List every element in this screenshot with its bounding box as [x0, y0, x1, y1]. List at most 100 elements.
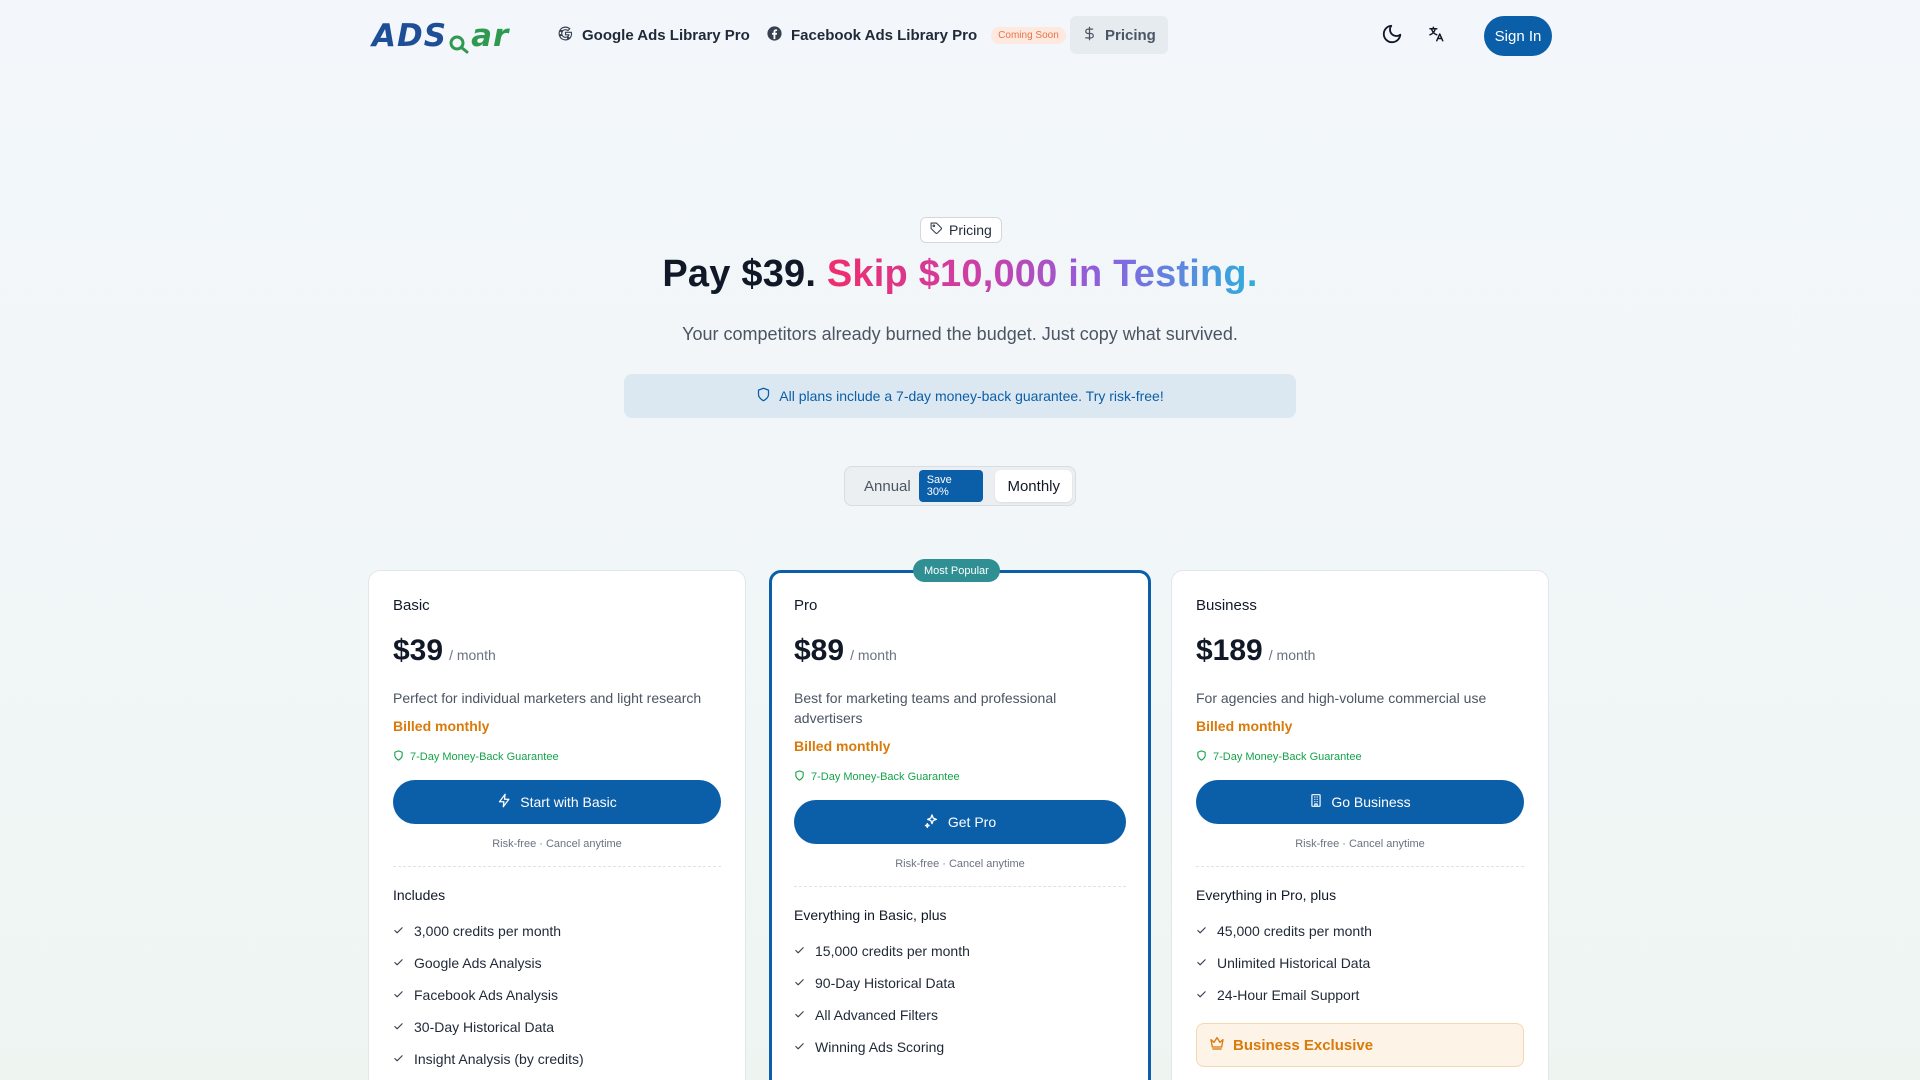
sign-in-button[interactable]: Sign In [1484, 16, 1552, 56]
feature-list: 15,000 credits per month 90-Day Historic… [794, 935, 1126, 1063]
feature-item: 90-Day Historical Data [794, 967, 1126, 999]
risk-free-note: Risk-free · Cancel anytime [492, 838, 622, 850]
language-switch-button[interactable] [1420, 20, 1452, 52]
billing-toggle: Annual Save 30% Monthly [844, 466, 1076, 506]
crown-icon [1209, 1035, 1225, 1055]
shield-icon [1196, 750, 1207, 764]
billed-label: Billed monthly [393, 718, 490, 734]
headline-gradient: Skip $10,000 in Testing. [826, 253, 1258, 295]
price-row: $39 / month [393, 634, 721, 668]
feature-item: Insight Analysis (by credits) [393, 1043, 721, 1075]
feature-text: All Advanced Filters [815, 1007, 938, 1023]
money-back-text: 7-Day Money-Back Guarantee [811, 771, 960, 783]
plan-price: $39 [393, 634, 444, 667]
plan-description: Best for marketing teams and professiona… [794, 690, 1057, 726]
google-icon [557, 25, 574, 46]
check-icon [393, 923, 404, 939]
nav-facebook-ads-library[interactable]: Facebook Ads Library Pro Coming Soon [756, 16, 1076, 54]
dollar-icon [1082, 26, 1097, 45]
features-title: Everything in Pro, plus [1196, 887, 1337, 903]
plan-period: / month [1268, 647, 1316, 663]
check-icon [393, 955, 404, 971]
check-icon [794, 943, 805, 959]
guarantee-banner: All plans include a 7-day money-back gua… [624, 374, 1296, 418]
sparkles-icon [924, 813, 940, 832]
risk-free-note: Risk-free · Cancel anytime [1295, 838, 1425, 850]
feature-text: Unlimited Historical Data [1217, 955, 1371, 971]
plan-period: / month [850, 647, 897, 663]
shield-icon [393, 750, 404, 764]
plan-name: Pro [794, 597, 818, 614]
shield-icon [794, 770, 805, 784]
page-subtitle: Your competitors already burned the budg… [682, 324, 1238, 344]
divider [1196, 866, 1524, 867]
theme-toggle-button[interactable] [1376, 20, 1408, 52]
feature-text: Facebook Ads Analysis [414, 987, 558, 1003]
nav-facebook-label: Facebook Ads Library Pro [791, 26, 978, 44]
go-business-button[interactable]: Go Business [1196, 780, 1524, 824]
price-row: $89 / month [794, 634, 1126, 668]
feature-item: 24-Hour Email Support [1196, 979, 1524, 1011]
feature-item: 45,000 credits per month [1196, 915, 1524, 947]
coming-soon-badge: Coming Soon [991, 26, 1066, 44]
billing-option-monthly[interactable]: Monthly [995, 470, 1072, 502]
nav-pricing[interactable]: Pricing [1070, 16, 1168, 54]
plan-period: / month [449, 647, 496, 663]
top-navbar: ADS ar Google Ads Library Pro Facebook A… [0, 0, 1920, 72]
plan-name: Basic [393, 597, 430, 614]
billed-label: Billed monthly [794, 738, 891, 754]
logo-text-ar: ar [471, 18, 510, 54]
feature-item: 30-Day Historical Data [393, 1011, 721, 1043]
check-icon [1196, 955, 1207, 971]
nav-google-label: Google Ads Library Pro [582, 26, 750, 44]
most-popular-badge: Most Popular [913, 559, 1000, 582]
plan-description: For agencies and high-volume commercial … [1196, 690, 1487, 706]
feature-list: 3,000 credits per month Google Ads Analy… [393, 915, 721, 1075]
plan-description: Perfect for individual marketers and lig… [393, 690, 702, 706]
feature-text: 90-Day Historical Data [815, 975, 956, 991]
money-back-note: 7-Day Money-Back Guarantee [794, 770, 1126, 784]
check-icon [393, 1051, 404, 1067]
moon-icon [1381, 23, 1403, 50]
feature-text: 24-Hour Email Support [1217, 987, 1360, 1003]
check-icon [794, 1007, 805, 1023]
page-headline: Pay $39. Skip $10,000 in Testing. [0, 253, 1920, 296]
get-pro-button[interactable]: Get Pro [794, 800, 1126, 844]
check-icon [393, 987, 404, 1003]
headline-plain: Pay $39. [662, 253, 817, 295]
pricing-badge: Pricing [920, 217, 1002, 243]
billing-option-annual[interactable]: Annual Save 30% [848, 470, 984, 502]
plan-card-business: Business $189 / month For agencies and h… [1171, 570, 1549, 1080]
feature-item: All Advanced Filters [794, 999, 1126, 1031]
save-badge: Save 30% [918, 470, 984, 502]
tag-icon [930, 222, 943, 238]
feature-item: Google Ads Analysis [393, 947, 721, 979]
plan-card-pro: Pro $89 / month Best for marketing teams… [769, 570, 1151, 1080]
feature-text: Google Ads Analysis [414, 955, 542, 971]
feature-item: Facebook Ads Analysis [393, 979, 721, 1011]
check-icon [393, 1019, 404, 1035]
feature-text: Insight Analysis (by credits) [414, 1051, 584, 1067]
money-back-note: 7-Day Money-Back Guarantee [1196, 750, 1524, 764]
money-back-text: 7-Day Money-Back Guarantee [1213, 751, 1362, 763]
feature-item: Unlimited Historical Data [1196, 947, 1524, 979]
money-back-text: 7-Day Money-Back Guarantee [410, 751, 559, 763]
adsoar-logo[interactable]: ADS ar [372, 18, 509, 54]
feature-list: 45,000 credits per month Unlimited Histo… [1196, 915, 1524, 1011]
nav-google-ads-library[interactable]: Google Ads Library Pro [547, 16, 760, 54]
plan-card-basic: Basic $39 / month Perfect for individual… [368, 570, 746, 1080]
guarantee-banner-text: All plans include a 7-day money-back gua… [779, 388, 1164, 404]
building-icon [1309, 793, 1323, 811]
start-with-basic-button[interactable]: Start with Basic [393, 780, 721, 824]
plan-price: $89 [794, 634, 845, 667]
check-icon [794, 1039, 805, 1055]
feature-item: 15,000 credits per month [794, 935, 1126, 967]
facebook-icon [766, 25, 783, 46]
feature-item: 3,000 credits per month [393, 915, 721, 947]
feature-item: Winning Ads Scoring [794, 1031, 1126, 1063]
cta-label: Go Business [1331, 794, 1411, 810]
feature-text: 30-Day Historical Data [414, 1019, 555, 1035]
business-exclusive-label: Business Exclusive [1233, 1036, 1374, 1054]
feature-text: 15,000 credits per month [815, 943, 970, 959]
cta-label: Start with Basic [520, 794, 617, 810]
